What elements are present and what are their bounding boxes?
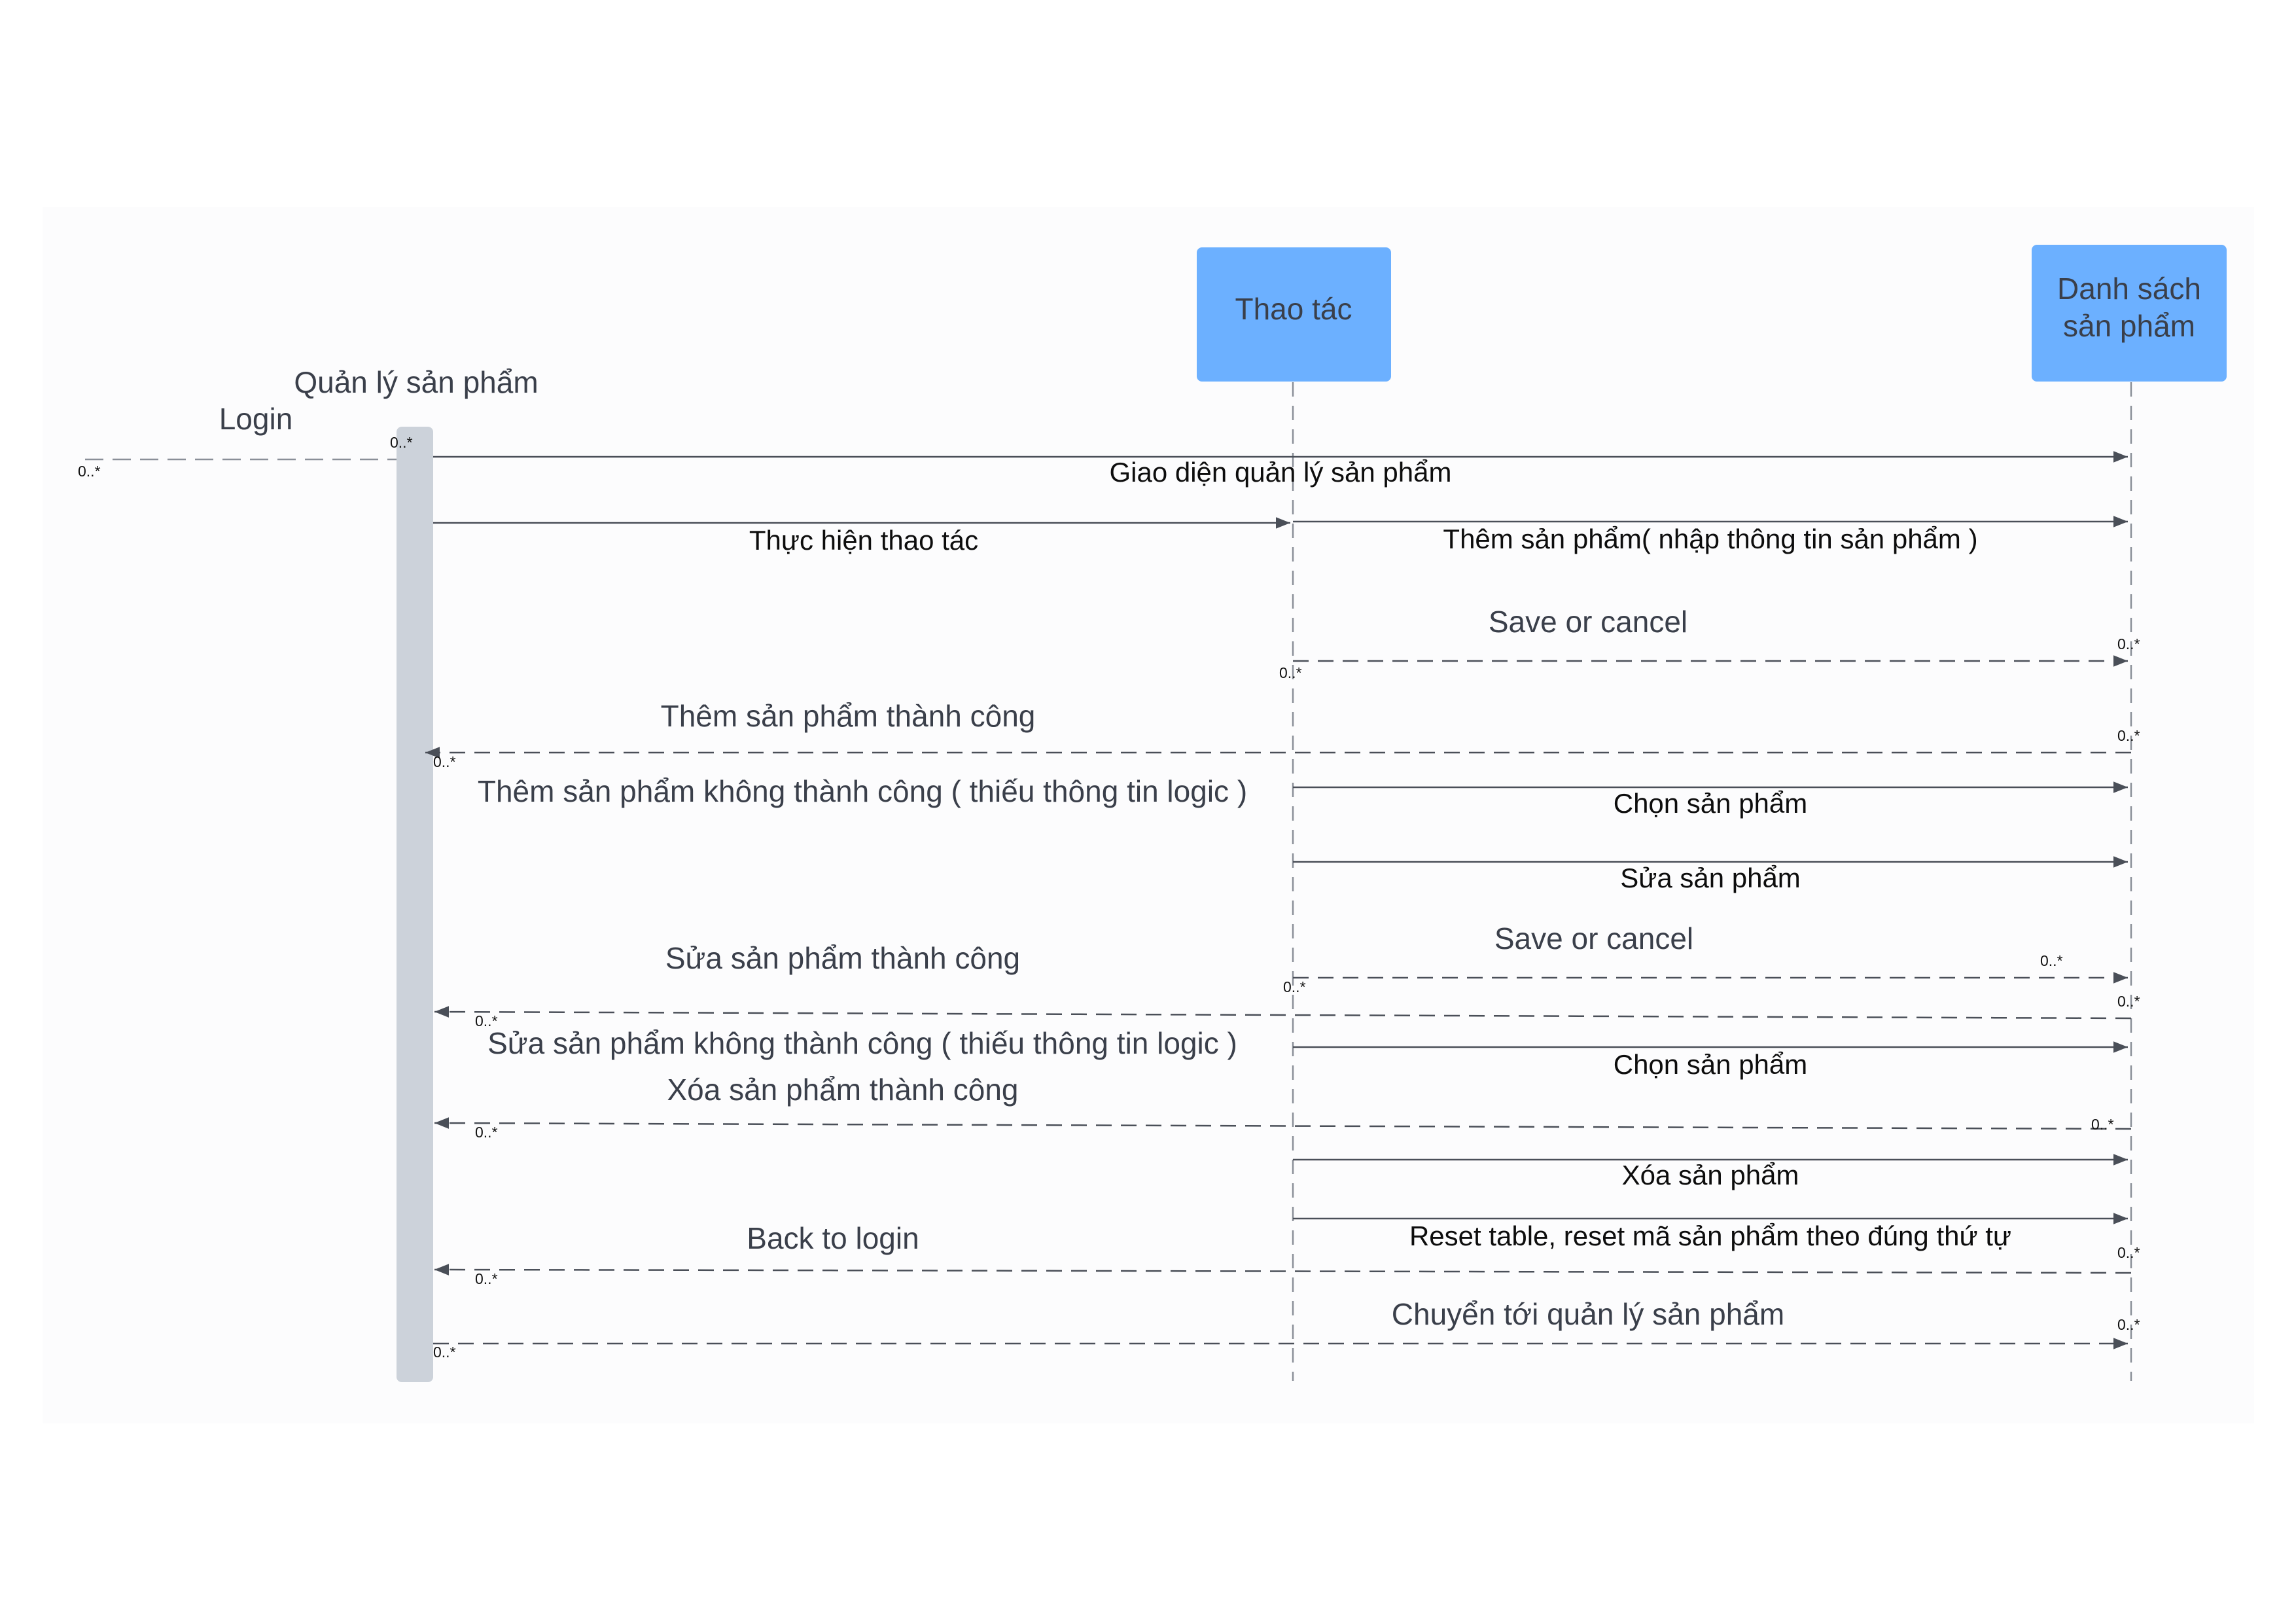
multiplicity-label: 0..*: [433, 753, 456, 770]
message-arrow-m10: [434, 1006, 2132, 1020]
multiplicity-label: 0..*: [475, 1270, 498, 1287]
participant-label-login: Login: [219, 402, 293, 436]
message-label-m10: Sửa sản phẩm thành công: [665, 941, 1020, 975]
participant-danh-sach[interactable]: Danh sách sản phẩm: [2032, 245, 2227, 382]
multiplicity-label: 0..*: [2040, 952, 2063, 969]
multiplicity-label: 0..*: [2117, 993, 2140, 1010]
message-label-m2: Thực hiện thao tác: [749, 525, 978, 556]
multiplicity-label: 0..*: [1283, 978, 1306, 995]
multiplicity-label: 0..*: [475, 1012, 498, 1029]
multiplicity-label: 0..*: [1279, 664, 1302, 681]
message-arrow-m16: [434, 1264, 2132, 1275]
participant-label-danh-sach-line2: sản phẩm: [2063, 309, 2195, 343]
message-label-m12: Chọn sản phẩm: [1614, 1049, 1808, 1080]
message-label-m11: Sửa sản phẩm không thành công ( thiếu th…: [487, 1026, 1237, 1060]
multiplicity-label: 0..*: [2117, 727, 2140, 744]
message-label-m15: Reset table, reset mã sản phẩm theo đúng…: [1409, 1221, 2011, 1251]
message-label-m9: Save or cancel: [1494, 921, 1693, 955]
multiplicity-label: 0..*: [2091, 1116, 2114, 1133]
multiplicity-label: 0..*: [390, 434, 413, 451]
participant-label-danh-sach-line1: Danh sách: [2057, 272, 2201, 306]
sequence-diagram: Thao tác Danh sách sản phẩm Quản lý sản …: [78, 245, 2227, 1382]
message-arrow-m13: [434, 1117, 2132, 1130]
multiplicity-label: 0..*: [2117, 1316, 2140, 1333]
diagram-canvas: Thao tác Danh sách sản phẩm Quản lý sản …: [0, 0, 2296, 1623]
message-label-m6: Thêm sản phẩm không thành công ( thiếu t…: [478, 774, 1247, 808]
multiplicity-label: 0..*: [2117, 635, 2140, 652]
activation-bar-quan-ly: [397, 427, 433, 1382]
participant-label-thao-tac: Thao tác: [1235, 292, 1352, 326]
message-label-m13: Xóa sản phẩm thành công: [667, 1073, 1018, 1107]
message-label-m4: Save or cancel: [1489, 605, 1687, 639]
message-label-m16: Back to login: [747, 1221, 919, 1255]
message-label-m3: Thêm sản phẩm( nhập thông tin sản phẩm ): [1443, 524, 1977, 554]
multiplicity-label: 0..*: [433, 1344, 456, 1361]
message-label-m17: Chuyển tới quản lý sản phẩm: [1392, 1297, 1784, 1331]
multiplicity-label: 0..*: [2117, 1244, 2140, 1261]
message-label-m8: Sửa sản phẩm: [1620, 863, 1801, 893]
message-label-m14: Xóa sản phẩm: [1622, 1160, 1799, 1190]
message-label-m5: Thêm sản phẩm thành công: [661, 699, 1036, 733]
participant-thao-tac[interactable]: Thao tác: [1197, 247, 1391, 382]
multiplicity-label: 0..*: [78, 463, 101, 480]
participant-label-quan-ly: Quản lý sản phẩm: [294, 365, 538, 399]
multiplicity-label: 0..*: [475, 1124, 498, 1141]
message-label-m1: Giao diện quản lý sản phẩm: [1109, 457, 1451, 488]
message-label-m7: Chọn sản phẩm: [1614, 788, 1808, 819]
